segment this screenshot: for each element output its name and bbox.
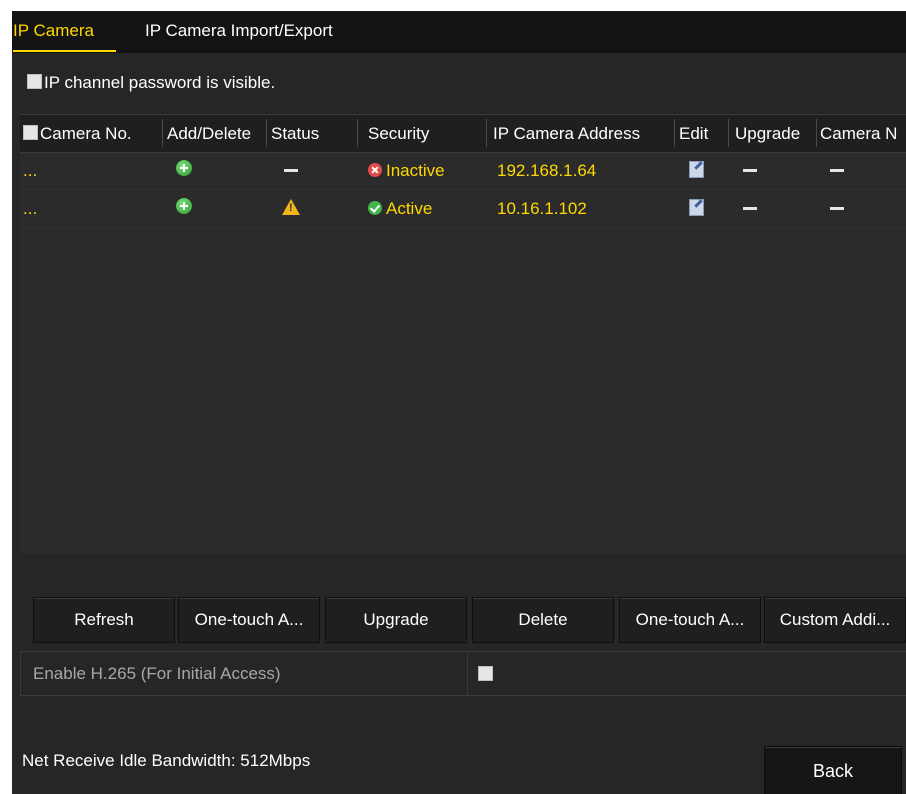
edit-icon[interactable] [689, 199, 704, 216]
h265-checkbox[interactable] [478, 666, 493, 681]
edit-icon[interactable] [689, 161, 704, 178]
ip-address-cell: 192.168.1.64 [497, 161, 597, 180]
back-button[interactable]: Back [764, 746, 902, 794]
camera-name-dash [830, 207, 844, 210]
header-ip-address: IP Camera Address [493, 124, 641, 143]
active-tab-indicator [13, 50, 116, 52]
select-all-checkbox[interactable] [23, 125, 38, 140]
h265-label: Enable H.265 (For Initial Access) [33, 664, 281, 683]
bandwidth-status: Net Receive Idle Bandwidth: 512Mbps [22, 751, 311, 770]
password-visible-row: IP channel password is visible. [27, 73, 275, 93]
add-icon[interactable] [176, 160, 192, 176]
delete-button[interactable]: Delete [472, 597, 614, 643]
header-security: Security [368, 124, 430, 143]
status-dash [284, 169, 298, 172]
tab-bar: IP Camera IP Camera Import/Export [12, 11, 906, 53]
security-cell: Active [368, 199, 432, 219]
header-edit: Edit [679, 124, 709, 143]
ip-address-cell: 10.16.1.102 [497, 199, 587, 218]
check-icon [368, 201, 382, 215]
table-row[interactable]: ... Active 10.16.1.102 [20, 190, 906, 228]
header-camera-no: Camera No. [23, 124, 132, 144]
camera-no-cell: ... [23, 199, 38, 218]
header-camera-name: Camera N [820, 124, 898, 143]
refresh-button[interactable]: Refresh [33, 597, 175, 643]
h265-row: Enable H.265 (For Initial Access) [20, 651, 906, 696]
error-icon [368, 163, 382, 177]
camera-table: Camera No. Add/Delete Status Security IP… [20, 114, 906, 554]
upgrade-dash [743, 207, 757, 210]
table-header: Camera No. Add/Delete Status Security IP… [20, 114, 906, 153]
upgrade-button[interactable]: Upgrade [325, 597, 467, 643]
ip-camera-panel: IP Camera IP Camera Import/Export IP cha… [12, 11, 906, 794]
security-cell: Inactive [368, 161, 445, 181]
warning-icon [282, 199, 300, 215]
tab-ip-camera-import-export[interactable]: IP Camera Import/Export [145, 21, 333, 41]
one-touch-adding-button[interactable]: One-touch A... [619, 597, 761, 643]
header-status: Status [271, 124, 320, 143]
camera-no-cell: ... [23, 161, 38, 180]
custom-adding-button[interactable]: Custom Addi... [764, 597, 906, 643]
password-visible-checkbox[interactable] [27, 74, 42, 89]
header-upgrade: Upgrade [735, 124, 801, 143]
add-icon[interactable] [176, 198, 192, 214]
password-visible-label: IP channel password is visible. [44, 73, 276, 92]
table-row[interactable]: ... Inactive 192.168.1.64 [20, 152, 906, 190]
camera-name-dash [830, 169, 844, 172]
header-add-delete: Add/Delete [167, 124, 252, 143]
tab-ip-camera[interactable]: IP Camera [13, 21, 94, 41]
one-touch-activate-button[interactable]: One-touch A... [178, 597, 320, 643]
upgrade-dash [743, 169, 757, 172]
